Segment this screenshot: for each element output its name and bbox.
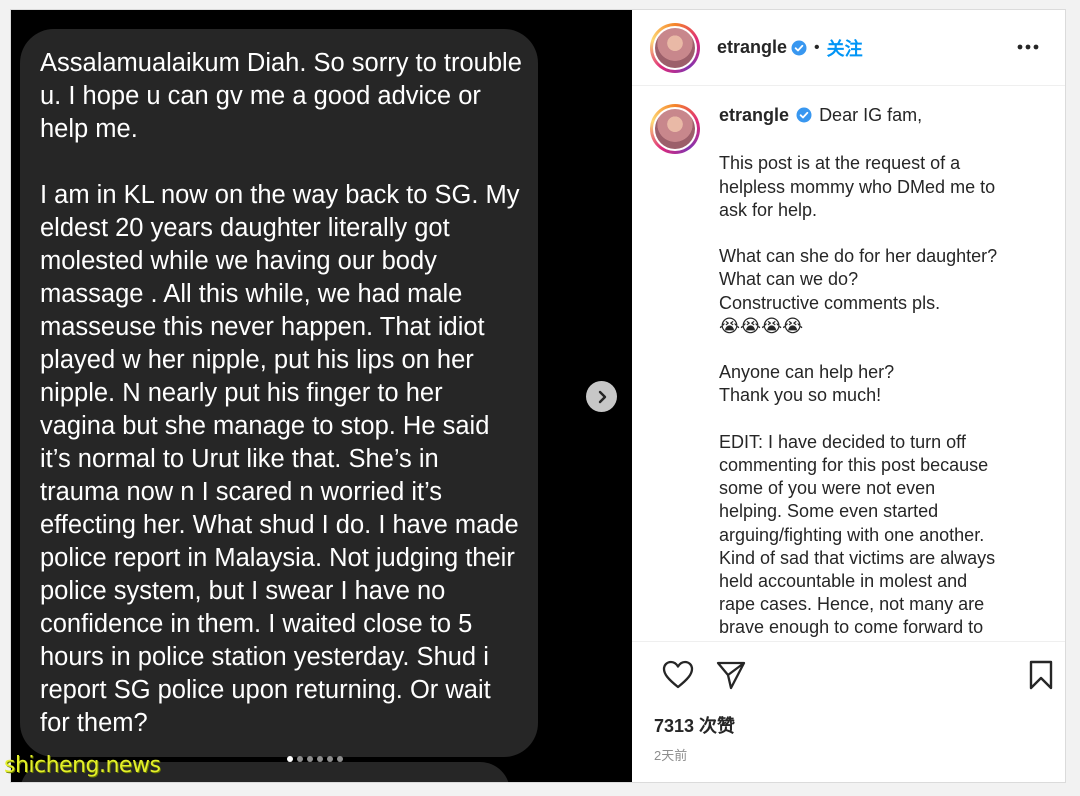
caption-line: Constructive comments pls.: [719, 292, 941, 313]
message-paragraph-1: Assalamualaikum Diah. So sorry to troubl…: [40, 49, 522, 143]
caption-line: Anyone can help her?: [719, 362, 895, 383]
watermark: shicheng.news: [4, 753, 161, 778]
caption-line: brave enough to come forward to: [719, 617, 984, 638]
post-media: Assalamualaikum Diah. So sorry to troubl…: [11, 10, 632, 782]
caption-line: rape cases. Hence, not many are: [719, 594, 985, 615]
more-options-button[interactable]: [1017, 37, 1039, 55]
carousel-dots: [287, 756, 343, 762]
like-count[interactable]: 7313 次赞: [654, 712, 735, 738]
avatar[interactable]: [650, 22, 700, 73]
post-side-panel: etrangle • 关注 etrangle Dear IG fam, This…: [632, 10, 1065, 782]
follow-button[interactable]: 关注: [827, 35, 863, 61]
carousel-dot[interactable]: [337, 756, 343, 762]
caption-line: What can she do for her daughter?: [719, 246, 998, 267]
action-bar: [632, 658, 1065, 698]
caption-line: helping. Some even started: [719, 501, 939, 522]
caption-line: EDIT: I have decided to turn off: [719, 431, 966, 452]
carousel-dot[interactable]: [287, 756, 293, 762]
heart-icon: [662, 660, 694, 689]
more-horizontal-icon: [1017, 44, 1039, 50]
caption-username[interactable]: etrangle: [719, 105, 789, 125]
carousel-dot[interactable]: [307, 756, 313, 762]
caption-line: Dear IG fam,: [819, 105, 923, 125]
avatar-image: [655, 27, 695, 68]
post-timestamp[interactable]: 2天前: [654, 745, 687, 764]
carousel-dot[interactable]: [317, 756, 323, 762]
caption-line: ask for help.: [719, 199, 818, 220]
header-separator: •: [814, 38, 820, 56]
caption-avatar[interactable]: [650, 104, 700, 154]
carousel-dot[interactable]: [297, 756, 303, 762]
chevron-right-icon: [598, 390, 606, 403]
caption-text: etrangle Dear IG fam, This post is at th…: [719, 104, 1039, 640]
like-button[interactable]: [662, 660, 694, 695]
caption-line: Kind of sad that victims are always: [719, 547, 996, 568]
share-button[interactable]: [716, 660, 746, 695]
message-paragraph-2: I am in KL now on the way back to SG. My…: [40, 181, 520, 737]
save-button[interactable]: [1029, 660, 1053, 695]
verified-badge-icon: [796, 106, 812, 129]
caption-line: arguing/fighting with one another.: [719, 524, 985, 545]
caption-line: Thank you so much!: [719, 385, 882, 406]
instagram-post: Assalamualaikum Diah. So sorry to troubl…: [10, 9, 1066, 783]
header-username[interactable]: etrangle: [717, 37, 787, 58]
caption-line: What can we do?: [719, 269, 859, 290]
carousel-dot[interactable]: [327, 756, 333, 762]
bookmark-icon: [1029, 660, 1053, 690]
caption-line: This post is at the request of a: [719, 153, 961, 174]
avatar-image: [655, 109, 695, 149]
caption-line: commenting for this post because: [719, 454, 989, 475]
message-bubble: Assalamualaikum Diah. So sorry to troubl…: [20, 29, 538, 757]
next-slide-button[interactable]: [586, 381, 617, 412]
verified-badge-icon: [791, 40, 807, 56]
caption-line: held accountable in molest and: [719, 571, 968, 591]
caption-line: helpless mommy who DMed me to: [719, 176, 996, 197]
caption-line: some of you were not even: [719, 478, 936, 499]
caption: etrangle Dear IG fam, This post is at th…: [632, 86, 1065, 640]
post-header: etrangle • 关注: [632, 10, 1065, 86]
caption-emoji-line: 😭😭😭😭: [719, 315, 804, 336]
caption-scroll-area[interactable]: etrangle Dear IG fam, This post is at th…: [632, 86, 1065, 642]
send-icon: [716, 661, 746, 690]
